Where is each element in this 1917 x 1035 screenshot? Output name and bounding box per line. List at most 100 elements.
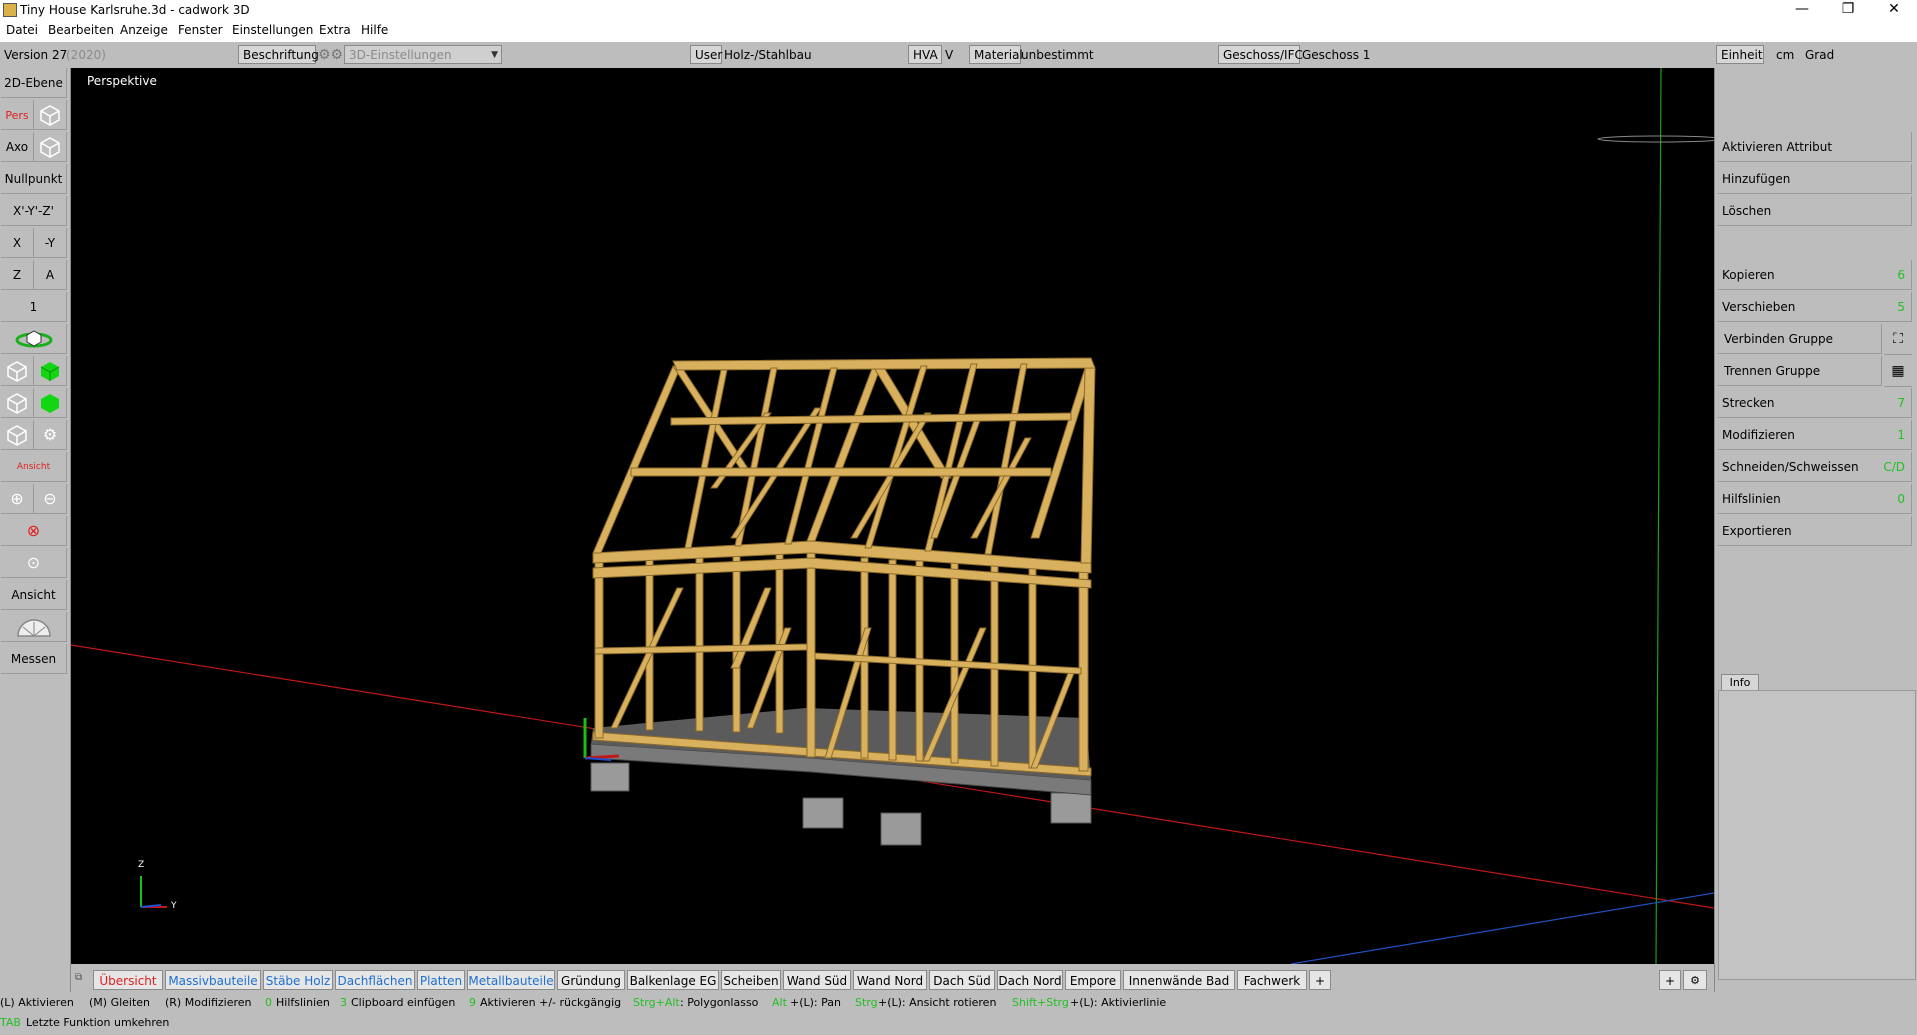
tab-settings-gear-icon[interactable]: ⚙: [1683, 970, 1707, 990]
verbinden-gruppe-button[interactable]: Verbinden Gruppe: [1718, 324, 1882, 354]
geschoss-value: Geschoss 1: [1302, 48, 1371, 62]
einheit-label[interactable]: Einheit: [1716, 45, 1764, 64]
menu-datei[interactable]: Datei: [6, 23, 38, 37]
perspective-cube-icon[interactable]: [34, 100, 67, 130]
layer-tab[interactable]: Dach Nord: [997, 970, 1063, 990]
add-tab-button[interactable]: +: [1659, 970, 1681, 990]
z-view-button[interactable]: Z: [1, 260, 34, 290]
hint-aktivieren-rueck: Aktivieren +/- rückgängig: [480, 996, 622, 1009]
solid-green-cube-icon[interactable]: [34, 356, 67, 386]
exportieren-button[interactable]: Exportieren: [1718, 516, 1912, 546]
group-split-icon[interactable]: ▦: [1884, 356, 1912, 387]
schneiden-shortcut: C/D: [1883, 460, 1905, 474]
3d-viewport[interactable]: Perspektive Z Y: [71, 68, 1714, 964]
close-button[interactable]: ✕: [1871, 0, 1917, 20]
strecken-button[interactable]: Strecken 7: [1718, 388, 1912, 418]
hilfslinien-button[interactable]: Hilfslinien 0: [1718, 484, 1912, 514]
menu-bearbeiten[interactable]: Bearbeiten: [48, 23, 114, 37]
house-model-scene: [71, 68, 1714, 964]
zoom-window-icon[interactable]: ⊙: [1, 548, 67, 578]
settings-dropdown[interactable]: 3D-Einstellungen ▼: [344, 45, 502, 64]
modifizieren-button[interactable]: Modifizieren 1: [1718, 420, 1912, 450]
a-view-button[interactable]: A: [34, 260, 67, 290]
aktivieren-attribut-button[interactable]: Aktivieren Attribut: [1718, 132, 1912, 162]
loeschen-button[interactable]: Löschen: [1718, 196, 1912, 226]
layer-tab[interactable]: Dachflächen: [335, 970, 415, 990]
xyz-view-button[interactable]: X'-Y'-Z': [1, 196, 67, 226]
verschieben-shortcut: 5: [1897, 300, 1905, 314]
view-1-button[interactable]: 1: [1, 292, 67, 322]
hva-label[interactable]: HVA: [908, 45, 942, 64]
layer-tab[interactable]: Stäbe Holz: [263, 970, 333, 990]
hint-r-modifizieren: (R) Modifizieren: [165, 996, 252, 1009]
rotate-view-icon[interactable]: [1, 324, 67, 354]
menu-fenster[interactable]: Fenster: [178, 23, 223, 37]
triad-z-label: Z: [138, 860, 145, 870]
layer-tab[interactable]: Platten: [417, 970, 465, 990]
neg-y-view-button[interactable]: -Y: [34, 228, 67, 258]
hint-tab: TAB: [0, 1016, 21, 1029]
shaded-green-cube-icon[interactable]: [34, 388, 67, 418]
trennen-gruppe-button[interactable]: Trennen Gruppe: [1718, 356, 1882, 386]
layer-tab[interactable]: Metallbauteile: [467, 970, 555, 990]
ansicht-red-label[interactable]: Ansicht: [1, 452, 67, 482]
pers-button[interactable]: Pers: [1, 100, 34, 130]
nullpunkt-button[interactable]: Nullpunkt: [1, 164, 67, 194]
group-connect-icon[interactable]: ⛶: [1884, 324, 1912, 355]
minimize-button[interactable]: —: [1779, 0, 1825, 20]
layer-tab-bar: ⧉ Übersicht Massivbauteile Stäbe Holz Dachf…: [71, 964, 1714, 992]
hint-strg: Strg: [855, 996, 878, 1009]
verschieben-button[interactable]: Verschieben 5: [1718, 292, 1912, 322]
layer-tab[interactable]: Fachwerk: [1237, 970, 1307, 990]
user-label[interactable]: User: [690, 45, 722, 64]
menu-anzeige[interactable]: Anzeige: [120, 23, 168, 37]
menu-einstellungen[interactable]: Einstellungen: [232, 23, 313, 37]
strecken-shortcut: 7: [1897, 396, 1905, 410]
layer-tab[interactable]: Wand Nord: [853, 970, 927, 990]
2d-ebene-button[interactable]: 2D-Ebene: [1, 68, 67, 98]
menu-extra[interactable]: Extra: [319, 23, 351, 37]
layer-tab[interactable]: Scheiben: [721, 970, 781, 990]
material-label[interactable]: Material: [969, 45, 1023, 64]
layer-tab[interactable]: Gründung: [557, 970, 625, 990]
kopieren-button[interactable]: Kopieren 6: [1718, 260, 1912, 290]
hidden-line-cube-icon[interactable]: [1, 388, 34, 418]
maximize-button[interactable]: ❐: [1825, 0, 1871, 20]
modifizieren-shortcut: 1: [1897, 428, 1905, 442]
layer-tab[interactable]: Massivbauteile: [165, 970, 261, 990]
x-view-button[interactable]: X: [1, 228, 34, 258]
layer-tab[interactable]: Empore: [1065, 970, 1121, 990]
messen-button[interactable]: Messen: [1, 644, 67, 674]
gear-icon[interactable]: ⚙: [34, 420, 67, 450]
restore-icon[interactable]: ⧉: [75, 972, 82, 983]
zoom-in-icon[interactable]: ⊕: [1, 484, 34, 514]
gear-icon[interactable]: ⚙⚙: [318, 47, 343, 63]
wireframe-cube-icon[interactable]: [1, 356, 34, 386]
layer-tab[interactable]: Innenwände Bad: [1123, 970, 1235, 990]
menu-hilfe[interactable]: Hilfe: [361, 23, 388, 37]
add-layer-tab[interactable]: +: [1309, 970, 1331, 990]
ansicht-button[interactable]: Ansicht: [1, 580, 67, 610]
hva-value: V: [945, 48, 954, 62]
hint-key-3: 3: [340, 996, 347, 1009]
right-panel: Aktivieren Attribut Hinzufügen Löschen K…: [1714, 68, 1917, 992]
protractor-icon[interactable]: [1, 612, 67, 642]
layer-tab[interactable]: Dach Süd: [929, 970, 995, 990]
geschoss-label[interactable]: Geschoss/IFC: [1218, 45, 1303, 64]
cube-outline-icon[interactable]: [1, 420, 34, 450]
hinzufuegen-button[interactable]: Hinzufügen: [1718, 164, 1912, 194]
hint-strg-alt: Strg+Alt: [633, 996, 680, 1009]
kopieren-shortcut: 6: [1897, 268, 1905, 282]
layer-tab[interactable]: Balkenlage EG: [627, 970, 719, 990]
beschriftung-button[interactable]: Beschriftung: [238, 45, 319, 64]
z-axis-line: [1655, 68, 1662, 964]
zoom-all-icon[interactable]: ⊗: [1, 516, 67, 546]
axo-button[interactable]: Axo: [1, 132, 34, 162]
zoom-out-icon[interactable]: ⊖: [34, 484, 67, 514]
schneiden-schweissen-button[interactable]: Schneiden/Schweissen C/D: [1718, 452, 1912, 482]
axo-cube-icon[interactable]: [34, 132, 67, 162]
title-bar: Tiny House Karlsruhe.3d - cadwork 3D — ❐…: [0, 0, 1917, 20]
layer-tab[interactable]: Übersicht: [93, 970, 163, 990]
layer-tab[interactable]: Wand Süd: [783, 970, 851, 990]
hint-polygonlasso: : Polygonlasso: [680, 996, 759, 1009]
